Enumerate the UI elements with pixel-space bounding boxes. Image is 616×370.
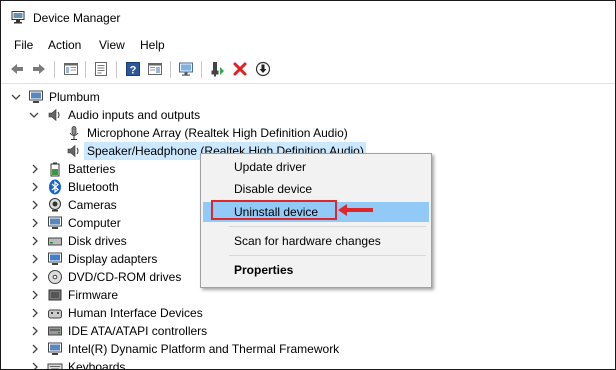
back-arrow-icon[interactable]	[9, 61, 25, 77]
chevron-right-icon[interactable]	[29, 217, 41, 229]
computer-icon	[29, 90, 43, 103]
toolbar-separator	[201, 61, 202, 78]
display-adapter-icon	[48, 252, 62, 265]
speaker-icon	[67, 144, 79, 158]
menu-item-disable-device[interactable]: Disable device	[234, 182, 312, 196]
disk-drive-icon	[48, 237, 62, 246]
battery-icon	[50, 162, 60, 177]
tree-label-microphone: Microphone Array (Realtek High Definitio…	[87, 126, 348, 140]
tree-label-category: Human Interface Devices	[68, 306, 203, 320]
annotation-arrow-icon	[338, 204, 373, 216]
context-menu: Update driver Disable device Uninstall d…	[200, 153, 432, 288]
menu-view[interactable]: View	[99, 38, 125, 52]
tree-label-category: DVD/CD-ROM drives	[68, 270, 182, 284]
tree-label-category: Keyboards	[68, 360, 126, 370]
camera-icon	[49, 198, 61, 212]
action-pane-icon[interactable]	[147, 61, 163, 77]
device-manager-window: Device Manager File Action View Help ? P…	[0, 0, 616, 370]
ide-controller-icon	[48, 326, 62, 336]
chevron-right-icon[interactable]	[29, 163, 41, 175]
properties-icon[interactable]	[93, 61, 109, 77]
chevron-right-icon[interactable]	[29, 181, 41, 193]
tree-row-microphone[interactable]: Microphone Array (Realtek High Definitio…	[1, 124, 615, 142]
chevron-right-icon[interactable]	[29, 271, 41, 283]
chevron-right-icon[interactable]	[29, 289, 41, 301]
help-icon[interactable]: ?	[125, 61, 141, 77]
show-hide-console-tree-icon[interactable]	[63, 61, 79, 77]
menu-file[interactable]: File	[14, 38, 33, 52]
tree-label-audio: Audio inputs and outputs	[68, 108, 201, 122]
menu-item-scan-hardware[interactable]: Scan for hardware changes	[234, 234, 381, 248]
scan-download-icon[interactable]	[255, 61, 271, 77]
chevron-right-icon[interactable]	[29, 325, 41, 337]
title-bar: Device Manager	[1, 1, 615, 35]
tree-label-category: Disk drives	[68, 234, 127, 248]
tree-label-category: Firmware	[68, 288, 118, 302]
system-device-icon	[48, 342, 62, 355]
tree-row-root[interactable]: Plumbum	[1, 88, 615, 106]
chevron-down-icon[interactable]	[10, 91, 22, 103]
tree-label-category: Computer	[68, 216, 121, 230]
tree-label-category: IDE ATA/ATAPI controllers	[68, 324, 208, 338]
menu-separator	[229, 255, 426, 256]
chevron-right-icon[interactable]	[29, 361, 41, 370]
chevron-right-icon[interactable]	[29, 235, 41, 247]
chevron-right-icon[interactable]	[29, 253, 41, 265]
tree-label-category: Cameras	[68, 198, 117, 212]
device-manager-icon	[11, 11, 25, 24]
menu-bar: File Action View Help	[1, 35, 615, 55]
menu-help[interactable]: Help	[140, 38, 165, 52]
tree-label-category: Batteries	[68, 162, 116, 176]
svg-text:?: ?	[130, 65, 137, 77]
menu-item-update-driver[interactable]: Update driver	[234, 160, 306, 174]
dvd-drive-icon	[48, 270, 62, 284]
toolbar-separator	[85, 61, 86, 78]
toolbar-separator	[116, 61, 117, 78]
microphone-icon	[69, 126, 79, 140]
annotation-highlight-box	[211, 200, 337, 220]
tree-label-category: Display adapters	[68, 252, 158, 266]
bluetooth-icon	[49, 179, 61, 195]
keyboard-icon	[47, 363, 63, 369]
chevron-right-icon[interactable]	[29, 307, 41, 319]
chevron-right-icon[interactable]	[29, 199, 41, 211]
tree-row-intel-dptf[interactable]: Intel(R) Dynamic Platform and Thermal Fr…	[1, 340, 615, 358]
hid-icon	[48, 309, 62, 319]
chevron-right-icon[interactable]	[29, 343, 41, 355]
tree-row-hid[interactable]: Human Interface Devices	[1, 304, 615, 322]
speaker-icon	[48, 108, 60, 122]
firmware-icon	[48, 289, 62, 301]
toolbar: ?	[1, 57, 615, 82]
computer-icon	[48, 216, 62, 229]
update-driver-icon[interactable]	[209, 61, 225, 77]
toolbar-separator	[170, 61, 171, 78]
monitor-icon[interactable]	[178, 61, 194, 77]
tree-row-audio[interactable]: Audio inputs and outputs	[1, 106, 615, 124]
tree-label-category: Bluetooth	[68, 180, 119, 194]
tree-label-category: Intel(R) Dynamic Platform and Thermal Fr…	[68, 342, 340, 356]
menu-separator	[229, 226, 426, 227]
tree-row-firmware[interactable]: Firmware	[1, 286, 615, 304]
uninstall-device-icon[interactable]	[232, 61, 248, 77]
forward-arrow-icon[interactable]	[31, 61, 47, 77]
menu-item-properties[interactable]: Properties	[234, 263, 293, 277]
tree-label-root: Plumbum	[49, 90, 100, 104]
toolbar-separator	[54, 61, 55, 78]
tree-row-ide[interactable]: IDE ATA/ATAPI controllers	[1, 322, 615, 340]
chevron-down-icon[interactable]	[28, 109, 40, 121]
window-title: Device Manager	[33, 11, 121, 25]
menu-action[interactable]: Action	[48, 38, 81, 52]
tree-row-keyboards[interactable]: Keyboards	[1, 358, 615, 370]
